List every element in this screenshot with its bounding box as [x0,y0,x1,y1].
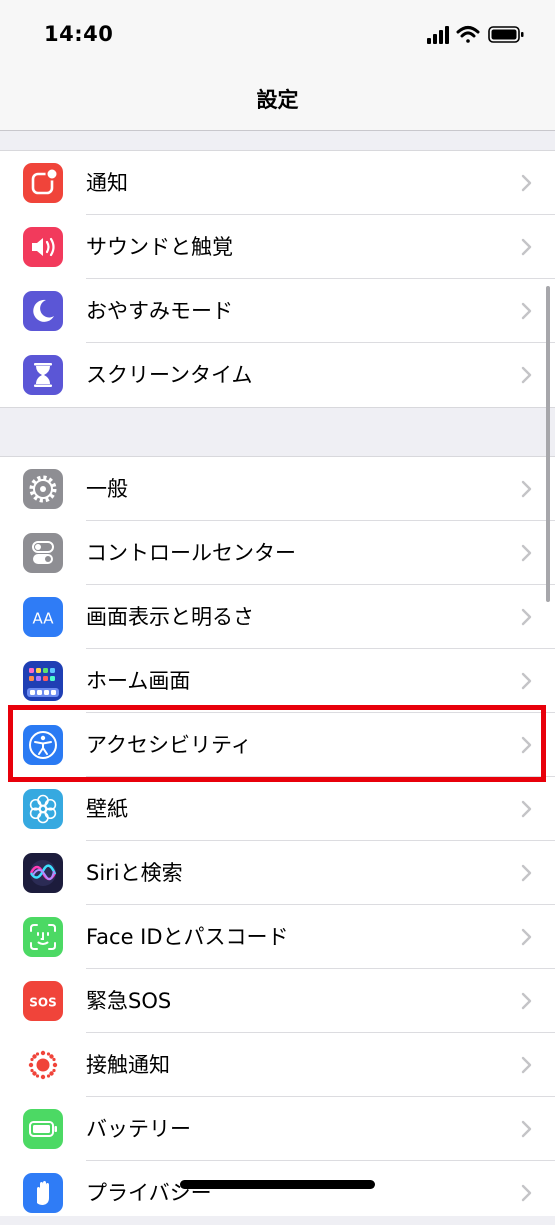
settings-row-label: 接触通知 [86,1053,170,1077]
wifi-icon [456,26,480,43]
chevron-right-icon [521,1120,532,1138]
settings-group-2: 一般 コントロールセンター AA 画面表示と明るさ ホーム画面 アクセシビリティ… [0,456,555,1216]
battery-icon [23,1109,63,1149]
home-screen-grid-icon [23,661,63,701]
settings-row-accessibility[interactable]: アクセシビリティ [0,713,555,777]
wallpaper-flower-icon [23,789,63,829]
svg-text:SOS: SOS [29,996,57,1010]
settings-row-wallpaper[interactable]: 壁紙 [0,777,555,841]
toggle-switches-icon [23,533,63,573]
chevron-right-icon [521,736,532,754]
settings-row-sounds[interactable]: サウンドと触覚 [0,215,555,279]
face-id-icon [23,917,63,957]
chevron-right-icon [521,864,532,882]
sos-icon: SOS [23,981,63,1021]
settings-row-label: コントロールセンター [86,541,296,565]
settings-row-label: ホーム画面 [86,669,191,693]
status-time: 14:40 [44,22,114,46]
page-title: 設定 [256,88,299,112]
settings-row-label: 壁紙 [86,797,128,821]
settings-row-siri-search[interactable]: Siriと検索 [0,841,555,905]
exposure-notification-icon [23,1045,63,1085]
speaker-icon [23,227,63,267]
settings-row-display-brightness[interactable]: AA 画面表示と明るさ [0,585,555,649]
chevron-right-icon [521,1184,532,1202]
settings-row-screen-time[interactable]: スクリーンタイム [0,343,555,407]
chevron-right-icon [521,800,532,818]
cellular-signal-icon [427,26,449,44]
settings-row-label: バッテリー [86,1117,191,1141]
settings-row-label: 通知 [86,171,128,195]
status-bar: 14:40 [0,0,555,70]
svg-text:AA: AA [33,610,55,628]
chevron-right-icon [521,672,532,690]
chevron-right-icon [521,992,532,1010]
settings-row-face-id[interactable]: Face IDとパスコード [0,905,555,969]
chevron-right-icon [521,608,532,626]
settings-row-label: おやすみモード [86,299,233,323]
settings-row-label: アクセシビリティ [86,733,252,757]
settings-row-label: 一般 [86,477,128,501]
gear-icon [23,469,63,509]
siri-icon [23,853,63,893]
settings-row-label: サウンドと触覚 [86,235,233,259]
moon-icon [23,291,63,331]
settings-row-general[interactable]: 一般 [0,457,555,521]
home-indicator[interactable] [180,1180,375,1189]
settings-row-do-not-disturb[interactable]: おやすみモード [0,279,555,343]
settings-row-emergency-sos[interactable]: SOS 緊急SOS [0,969,555,1033]
settings-row-privacy[interactable]: プライバシー [0,1161,555,1225]
settings-row-home-screen[interactable]: ホーム画面 [0,649,555,713]
settings-row-label: Face IDとパスコード [86,925,289,949]
chevron-right-icon [521,302,532,320]
chevron-right-icon [521,928,532,946]
nav-bar: 設定 [0,70,555,131]
settings-row-control-center[interactable]: コントロールセンター [0,521,555,585]
chevron-right-icon [521,174,532,192]
settings-row-label: 緊急SOS [86,989,172,1013]
settings-row-label: Siriと検索 [86,861,183,885]
notifications-icon [23,163,63,203]
settings-group-1: 通知 サウンドと触覚 おやすみモード スクリーンタイム [0,150,555,408]
settings-row-battery[interactable]: バッテリー [0,1097,555,1161]
chevron-right-icon [521,238,532,256]
text-size-icon: AA [23,597,63,637]
chevron-right-icon [521,366,532,384]
status-icons [427,24,527,46]
chevron-right-icon [521,1056,532,1074]
battery-status-icon [488,26,524,43]
scrollbar[interactable] [546,286,550,602]
settings-row-notifications[interactable]: 通知 [0,151,555,215]
chevron-right-icon [521,480,532,498]
hourglass-icon [23,355,63,395]
settings-row-exposure-notifications[interactable]: 接触通知 [0,1033,555,1097]
settings-row-label: スクリーンタイム [86,363,253,387]
settings-row-label: 画面表示と明るさ [86,605,254,629]
accessibility-icon [23,725,63,765]
chevron-right-icon [521,544,532,562]
hand-icon [23,1173,63,1213]
